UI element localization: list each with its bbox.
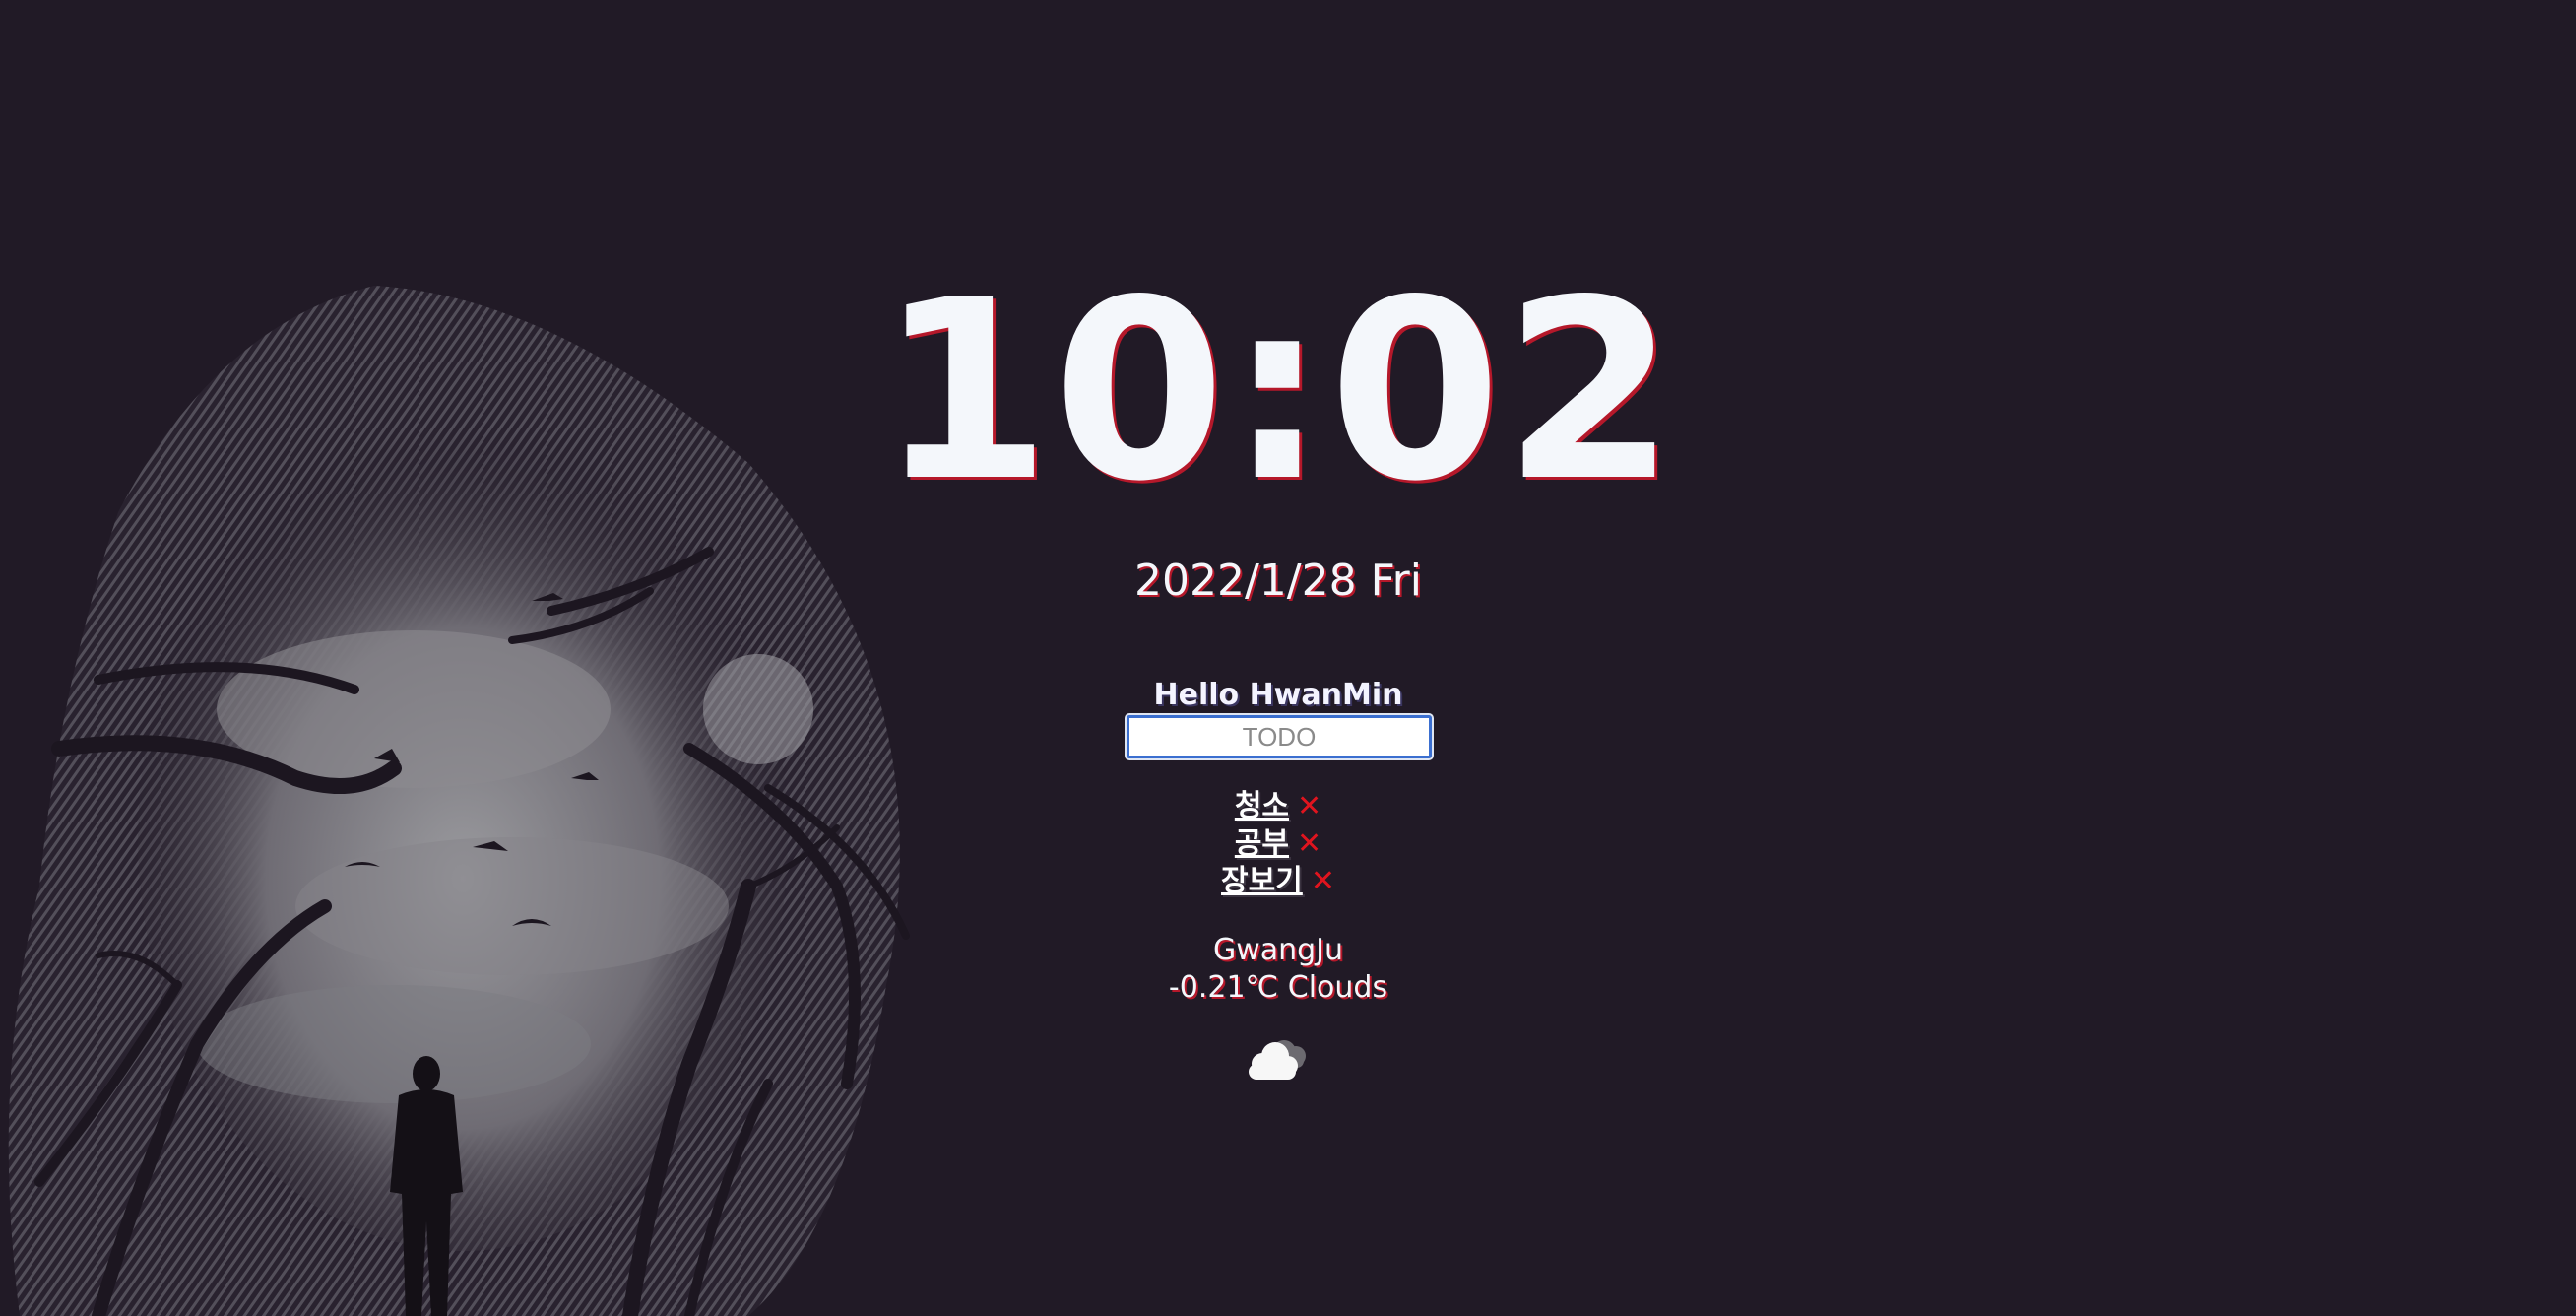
todo-item-label: 장보기	[1221, 864, 1303, 898]
todo-item: 청소 ✕	[0, 788, 2556, 825]
momentum-page: 10:02 2022/1/28 Fri Hello HwanMin 청소✕ 공부…	[0, 0, 2576, 1316]
weather-description: -0.21℃ Clouds	[1168, 970, 1388, 1005]
clouds-icon	[1249, 1040, 1306, 1080]
clock-time: 10:02	[877, 247, 1679, 536]
todo-list: 청소 ✕ 공부 ✕ 장보기 ✕	[0, 788, 2556, 900]
weather-city: GwangJu	[1212, 933, 1344, 967]
current-date: 2022/1/28 Fri	[1133, 556, 1422, 606]
delete-todo-button[interactable]: ✕	[1297, 825, 1321, 863]
todo-item: 공부 ✕	[0, 825, 2556, 863]
delete-todo-button[interactable]: ✕	[1311, 863, 1335, 900]
todo-item-label: 공부	[1234, 826, 1290, 861]
delete-todo-button[interactable]: ✕	[1297, 788, 1321, 825]
todo-item: 장보기 ✕	[0, 863, 2556, 900]
greeting-text: Hello HwanMin	[1153, 678, 1403, 712]
todo-form	[1125, 713, 1434, 760]
todo-input[interactable]	[1125, 713, 1434, 760]
todo-item-label: 청소	[1234, 789, 1290, 823]
forest-moon-background-image	[8, 286, 910, 1316]
